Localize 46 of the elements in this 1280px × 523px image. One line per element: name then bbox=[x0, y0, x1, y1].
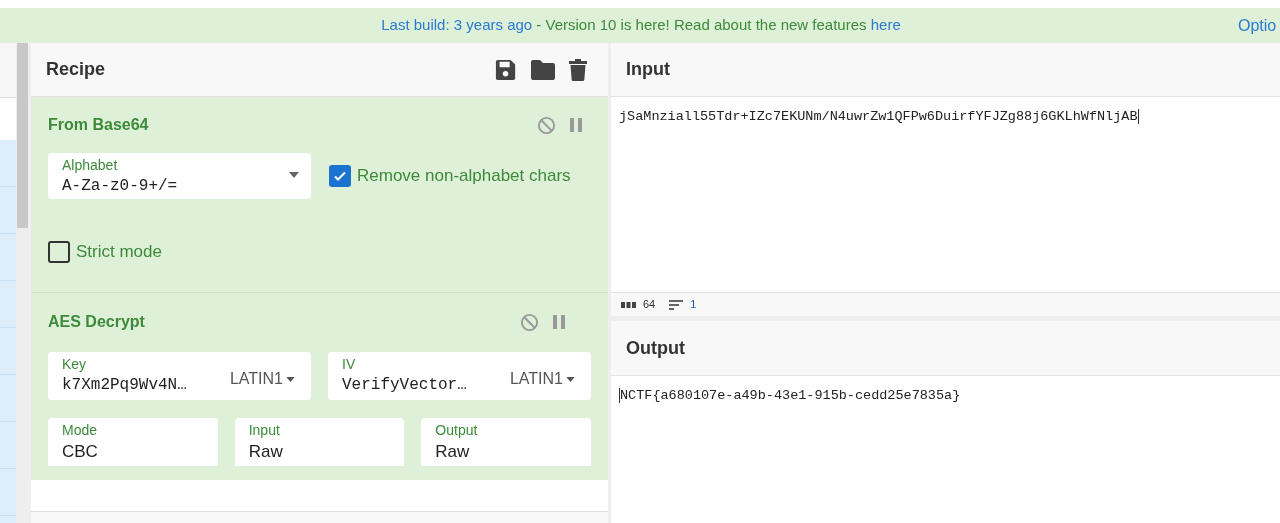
option-select[interactable]: Output Raw bbox=[421, 418, 591, 466]
field-label: IV bbox=[342, 355, 357, 373]
stat-value: 1 bbox=[690, 297, 697, 313]
output-text: NCTF{a680107e-a49b-43e1-915b-cedd25e7835a} bbox=[619, 388, 961, 403]
panel-title: Output bbox=[626, 336, 685, 360]
input-text[interactable]: jSaMnziall55Tdr+IZc7EKUNm/N4uwrZw1QFPw6DuirfYFJZg88j6GKLhWfNljAB bbox=[619, 109, 1140, 124]
build-link[interactable]: Last build: 3 years ago bbox=[381, 14, 533, 37]
field-label: Input bbox=[248, 421, 281, 439]
panel-title: Input bbox=[626, 58, 670, 81]
field-value: VerifyVector… bbox=[342, 375, 468, 396]
encoding-dropdown[interactable]: LATIN1 bbox=[509, 367, 575, 391]
field-label: Key bbox=[62, 355, 88, 373]
panel-title: Recipe bbox=[46, 58, 106, 81]
field-label: Alphabet bbox=[62, 156, 119, 174]
encoding-dropdown[interactable]: LATIN1 bbox=[229, 367, 295, 391]
string-field[interactable]: Key k7Xm2Pq9Wv4N… LATIN1 bbox=[48, 352, 311, 400]
field-value: k7Xm2Pq9Wv4N… bbox=[62, 375, 188, 396]
checkbox-label: Strict mode bbox=[76, 241, 162, 263]
field-value: Raw bbox=[248, 441, 284, 463]
save-icon[interactable] bbox=[495, 58, 517, 81]
checkbox[interactable] bbox=[329, 165, 351, 187]
field-value: A-Za-z0-9+/= bbox=[62, 176, 178, 197]
checkbox[interactable] bbox=[48, 240, 70, 263]
here-link[interactable]: here bbox=[870, 14, 901, 37]
lines-icon bbox=[669, 299, 684, 310]
operation-title: From Base64 bbox=[48, 115, 149, 135]
field-label: Mode bbox=[62, 421, 99, 439]
caret-icon bbox=[289, 172, 299, 178]
text-length-icon bbox=[621, 301, 636, 308]
option-select[interactable]: Input Raw bbox=[234, 418, 405, 466]
field-label: Output bbox=[435, 421, 479, 439]
stat-value: 64 bbox=[643, 297, 656, 313]
banner-message: - Version 10 is here! Read about the new features bbox=[535, 15, 868, 36]
checkbox-label: Remove non-alphabet chars bbox=[357, 165, 571, 188]
option-select[interactable]: Mode CBC bbox=[48, 418, 218, 466]
string-field[interactable]: IV VerifyVector… LATIN1 bbox=[328, 352, 591, 400]
caret-icon bbox=[286, 376, 295, 382]
field-value: Raw bbox=[435, 441, 471, 463]
trash-icon[interactable] bbox=[569, 58, 587, 81]
options-link[interactable]: Optio bbox=[1238, 13, 1277, 38]
caret-icon bbox=[566, 376, 575, 382]
folder-icon[interactable] bbox=[531, 59, 555, 80]
operation-title: AES Decrypt bbox=[48, 312, 145, 332]
scrollbar[interactable] bbox=[16, 43, 28, 523]
field-value: CBC bbox=[62, 441, 99, 463]
alphabet-select[interactable]: Alphabet A-Za-z0-9+/= bbox=[48, 153, 311, 199]
